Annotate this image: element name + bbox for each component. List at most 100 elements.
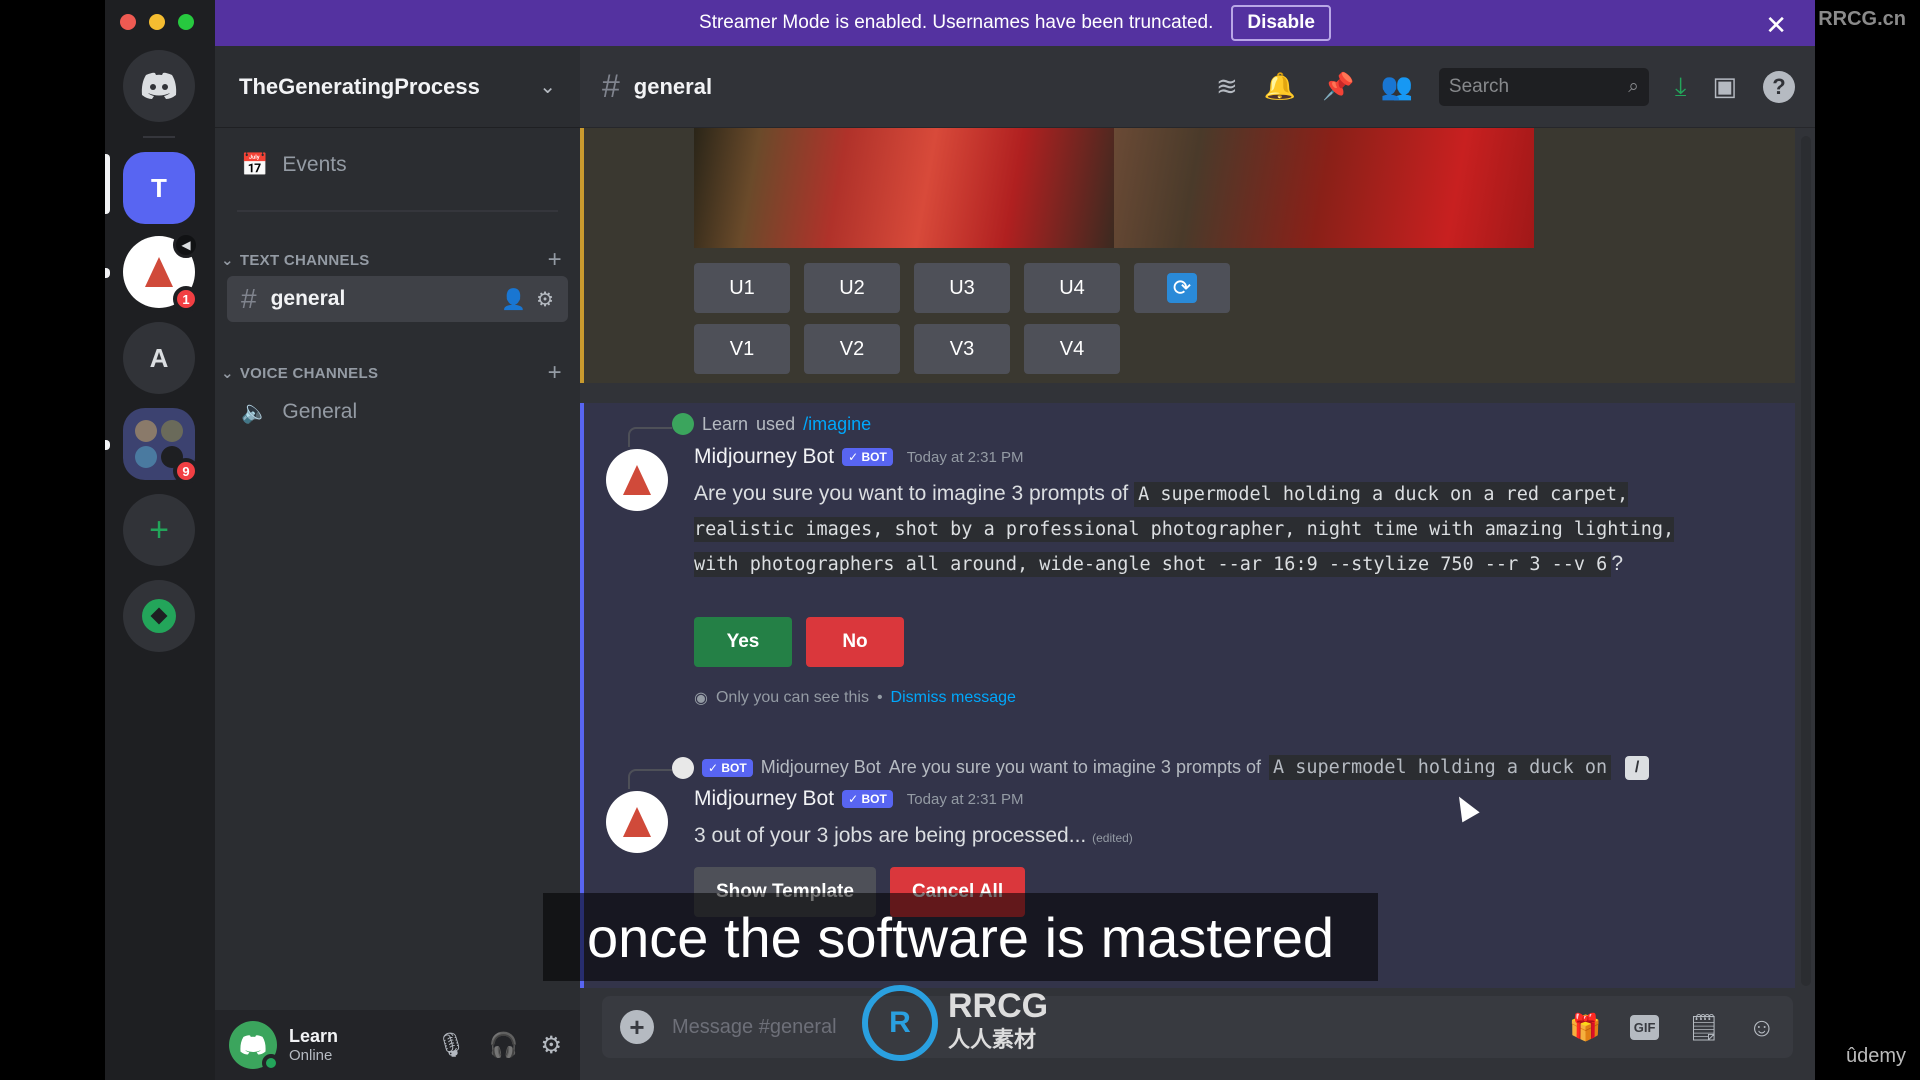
home-button[interactable] — [123, 50, 195, 122]
yes-button[interactable]: Yes — [694, 617, 792, 667]
message-composer: + 🎁 GIF 🗒 ☺ — [602, 996, 1793, 1058]
avatar[interactable] — [229, 1021, 280, 1072]
pin-icon[interactable]: 📌 — [1322, 71, 1354, 102]
voice-channel-general[interactable]: 🔈 General — [227, 389, 568, 435]
create-channel-icon[interactable]: + — [548, 359, 562, 387]
author-name[interactable]: Midjourney Bot — [694, 445, 834, 469]
attach-button[interactable]: + — [620, 1010, 654, 1044]
timestamp: Today at 2:31 PM — [906, 448, 1024, 466]
author-name[interactable]: Midjourney Bot — [694, 787, 834, 811]
download-icon[interactable]: ⤓ — [1675, 71, 1687, 103]
udemy-watermark: ûdemy — [1845, 1045, 1906, 1067]
add-server-button[interactable]: + — [123, 494, 195, 566]
v2-button[interactable]: V2 — [804, 324, 900, 374]
reply-context[interactable]: ✓ BOT Midjourney Bot Are you sure you wa… — [672, 755, 1650, 780]
guild-header[interactable]: TheGeneratingProcess ⌄ — [215, 46, 580, 128]
maximize-window-button[interactable] — [178, 14, 194, 30]
message-text: Are you sure you want to imagine 3 promp… — [694, 482, 1675, 577]
gear-icon[interactable]: ⚙ — [540, 1031, 562, 1060]
help-icon[interactable]: ? — [1763, 70, 1795, 103]
v4-button[interactable]: V4 — [1024, 324, 1120, 374]
rrcg-logo-icon: R — [862, 985, 938, 1061]
microphone-icon[interactable]: 🎙 — [436, 1031, 466, 1060]
compass-icon — [142, 599, 176, 633]
speaker-icon: ◀ — [173, 232, 199, 258]
events-item[interactable]: 📅 Events — [227, 142, 568, 188]
headphones-icon[interactable]: 🎧 — [489, 1031, 519, 1060]
channel-general[interactable]: # general 👤 ⚙ — [227, 276, 568, 322]
avatar — [672, 756, 694, 779]
streamer-mode-banner: Streamer Mode is enabled. Usernames have… — [215, 0, 1815, 46]
v1-button[interactable]: V1 — [694, 324, 790, 374]
unread-indicator — [105, 268, 110, 278]
unread-indicator — [105, 440, 110, 450]
bot-badge: ✓ BOT — [842, 448, 893, 466]
discord-logo-icon — [240, 1035, 266, 1055]
edited-label: (edited) — [1092, 831, 1133, 845]
search-input[interactable]: Search ⌕ — [1438, 67, 1649, 106]
eye-icon: ◉ — [694, 690, 708, 707]
minimize-window-button[interactable] — [149, 14, 165, 30]
active-server-indicator — [105, 154, 110, 214]
server-a[interactable]: A — [123, 322, 195, 394]
user-status: Online — [289, 1047, 333, 1064]
avatar[interactable] — [606, 791, 668, 853]
server-folder[interactable]: 9 — [123, 408, 199, 484]
calendar-icon: 📅 — [241, 152, 269, 177]
channel-name: general — [633, 73, 713, 99]
u2-button[interactable]: U2 — [804, 263, 900, 313]
category-voice-channels[interactable]: ⌄ VOICE CHANNELS + — [221, 359, 562, 387]
server-t[interactable]: T — [123, 152, 195, 224]
close-icon[interactable]: ✕ — [1765, 10, 1787, 41]
reply-context[interactable]: Learn used /imagine — [672, 413, 871, 435]
discover-button[interactable] — [123, 580, 195, 652]
emoji-icon[interactable]: ☺ — [1748, 1012, 1775, 1043]
plus-icon: + — [629, 1011, 645, 1042]
u4-button[interactable]: U4 — [1024, 263, 1120, 313]
search-icon: ⌕ — [1628, 75, 1639, 97]
slash-command-link[interactable]: /imagine — [803, 414, 871, 435]
channel-header: # general ≋ 🔔 📌 👥 Search ⌕ ⤓ ▣ ? — [580, 46, 1815, 128]
u1-button[interactable]: U1 — [694, 263, 790, 313]
inbox-icon[interactable]: ▣ — [1712, 71, 1737, 102]
sticker-icon[interactable]: 🗒 — [1687, 1012, 1720, 1043]
gift-icon[interactable]: 🎁 — [1569, 1012, 1601, 1043]
dismiss-message-link[interactable]: Dismiss message — [891, 689, 1016, 707]
variation-button-row: V1 V2 V3 V4 — [694, 324, 1120, 374]
midjourney-logo-icon — [145, 257, 173, 287]
scrollbar[interactable] — [1801, 136, 1811, 986]
bot-badge: ✓ BOT — [702, 758, 753, 777]
generated-image-grid[interactable] — [694, 128, 1534, 248]
close-window-button[interactable] — [120, 14, 136, 30]
refresh-icon: ⟳ — [1167, 273, 1197, 303]
rrcg-logo: R RRCG 人人素材 — [862, 985, 1048, 1061]
slash-command-icon: / — [1625, 755, 1650, 780]
create-channel-icon[interactable]: + — [548, 246, 562, 274]
v3-button[interactable]: V3 — [914, 324, 1010, 374]
disable-streamer-mode-button[interactable]: Disable — [1231, 5, 1331, 41]
message-text: 3 out of your 3 jobs are being processed… — [694, 824, 1133, 847]
server-midjourney[interactable]: ◀ 1 — [123, 232, 199, 312]
gear-icon[interactable]: ⚙ — [536, 287, 554, 312]
online-status-icon — [262, 1054, 280, 1072]
generated-image[interactable] — [1114, 128, 1534, 248]
guild-name: TheGeneratingProcess — [239, 73, 480, 99]
no-button[interactable]: No — [806, 617, 904, 667]
gif-icon[interactable]: GIF — [1629, 1014, 1660, 1040]
avatar[interactable] — [606, 449, 668, 511]
category-text-channels[interactable]: ⌄ TEXT CHANNELS + — [221, 246, 562, 274]
midjourney-logo-icon — [623, 807, 651, 837]
discord-logo-icon — [141, 72, 177, 99]
threads-icon[interactable]: ≋ — [1216, 71, 1238, 102]
invite-icon[interactable]: 👤 — [501, 287, 526, 312]
generated-image[interactable] — [694, 128, 1114, 248]
image-grid-message: U1 U2 U3 U4 ⟳ V1 V2 V3 V4 — [580, 128, 1795, 383]
banner-text: Streamer Mode is enabled. Usernames have… — [699, 12, 1214, 33]
mention-badge: 9 — [173, 458, 199, 484]
bell-icon[interactable]: 🔔 — [1264, 71, 1296, 102]
reroll-button[interactable]: ⟳ — [1134, 263, 1230, 313]
server-rail: T ◀ 1 A 9 + — [105, 0, 215, 1080]
members-icon[interactable]: 👥 — [1381, 71, 1413, 102]
speaker-icon: 🔈 — [241, 399, 269, 424]
u3-button[interactable]: U3 — [914, 263, 1010, 313]
